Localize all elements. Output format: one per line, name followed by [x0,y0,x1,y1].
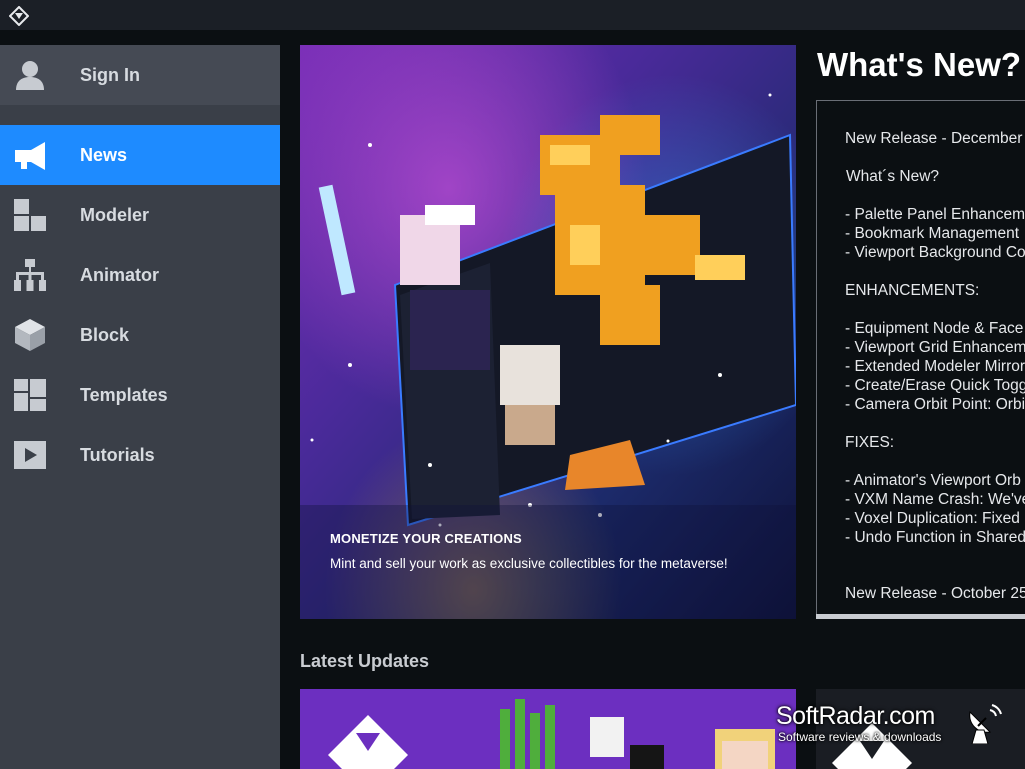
latest-updates-title: Latest Updates [300,651,430,671]
sign-in-label: Sign In [80,65,140,85]
release-note-line: - Bookmark Management [845,225,1020,242]
sidebar-item-label: Animator [80,265,160,285]
release-note-line: ENHANCEMENTS: [845,282,980,299]
megaphone-icon [15,142,45,170]
release-note-line [845,414,1025,433]
sign-in-button[interactable]: Sign In [0,45,280,105]
watermark: SoftRadar.com Software reviews & downloa… [776,702,1016,752]
release-note-line: - Palette Panel Enhancem [845,206,1025,223]
whats-new-title: What's New? [817,46,1022,83]
sidebar-item-label: Block [80,325,130,345]
release-note-line: - Voxel Duplication: Fixed [845,510,1020,527]
watermark-tagline: Software reviews & downloads [778,730,942,744]
release-note-line: What´s New? [846,168,940,185]
horizontal-scrollbar[interactable] [816,614,1025,619]
release-note-line: - VXM Name Crash: We've [845,491,1025,508]
whats-new-panel[interactable]: New Release - December 1 What´s New? - P… [816,100,1025,616]
release-note-line [845,148,1025,167]
sidebar-item-label: Templates [80,385,168,405]
user-avatar-icon [16,61,44,90]
release-note-heading: New Release - October 25 [845,585,1025,602]
layout-icon [14,379,46,411]
sidebar: Sign In News Modeler Animator Block Temp… [0,45,280,769]
release-note-line: - Undo Function in Shared [845,529,1025,546]
sidebar-item-news[interactable]: News [0,125,280,185]
release-note-line: - Create/Erase Quick Togg [845,377,1025,394]
sidebar-item-modeler[interactable]: Modeler [0,185,280,245]
release-note-line [845,452,1025,471]
title-bar [0,0,1025,30]
release-note-line [845,262,1025,281]
release-note-line: - Viewport Background Co [845,244,1025,261]
watermark-name: SoftRadar.com [776,702,935,730]
sidebar-item-animator[interactable]: Animator [0,245,280,305]
update-card[interactable] [300,689,796,769]
cube-icon [15,319,45,351]
sidebar-item-label: Tutorials [80,445,155,465]
hero-title: MONETIZE YOUR CREATIONS [330,531,522,546]
sidebar-item-templates[interactable]: Templates [0,365,280,425]
release-note-line: - Animator's Viewport Orb [845,472,1021,489]
release-note-line: - Camera Orbit Point: Orbi [845,396,1025,413]
satellite-dish-icon [969,704,1002,744]
release-note-line [845,186,1025,205]
release-note-line [845,300,1025,319]
hero-subtitle: Mint and sell your work as exclusive col… [330,556,728,571]
hero-banner[interactable]: MONETIZE YOUR CREATIONS Mint and sell yo… [300,45,796,619]
sidebar-item-label: Modeler [80,205,150,225]
play-icon [14,441,46,469]
release-note-line: - Equipment Node & Face [845,320,1024,337]
app-logo-icon [9,6,29,26]
release-notes: New Release - December 1 What´s New? - P… [845,129,1025,547]
update-card-thumbnail [300,689,796,769]
hierarchy-icon [14,259,46,291]
sidebar-item-tutorials[interactable]: Tutorials [0,425,280,485]
app-window: Sign In News Modeler Animator Block Temp… [0,0,1025,769]
blocks-icon [14,199,46,231]
sidebar-item-label: News [80,145,128,165]
release-note-line: FIXES: [845,434,895,451]
release-note-line: - Extended Modeler Mirror [845,358,1025,375]
release-note-line: - Viewport Grid Enhancem [845,339,1025,356]
sidebar-item-block[interactable]: Block [0,305,280,365]
release-note-line: New Release - December 1 [845,130,1025,147]
